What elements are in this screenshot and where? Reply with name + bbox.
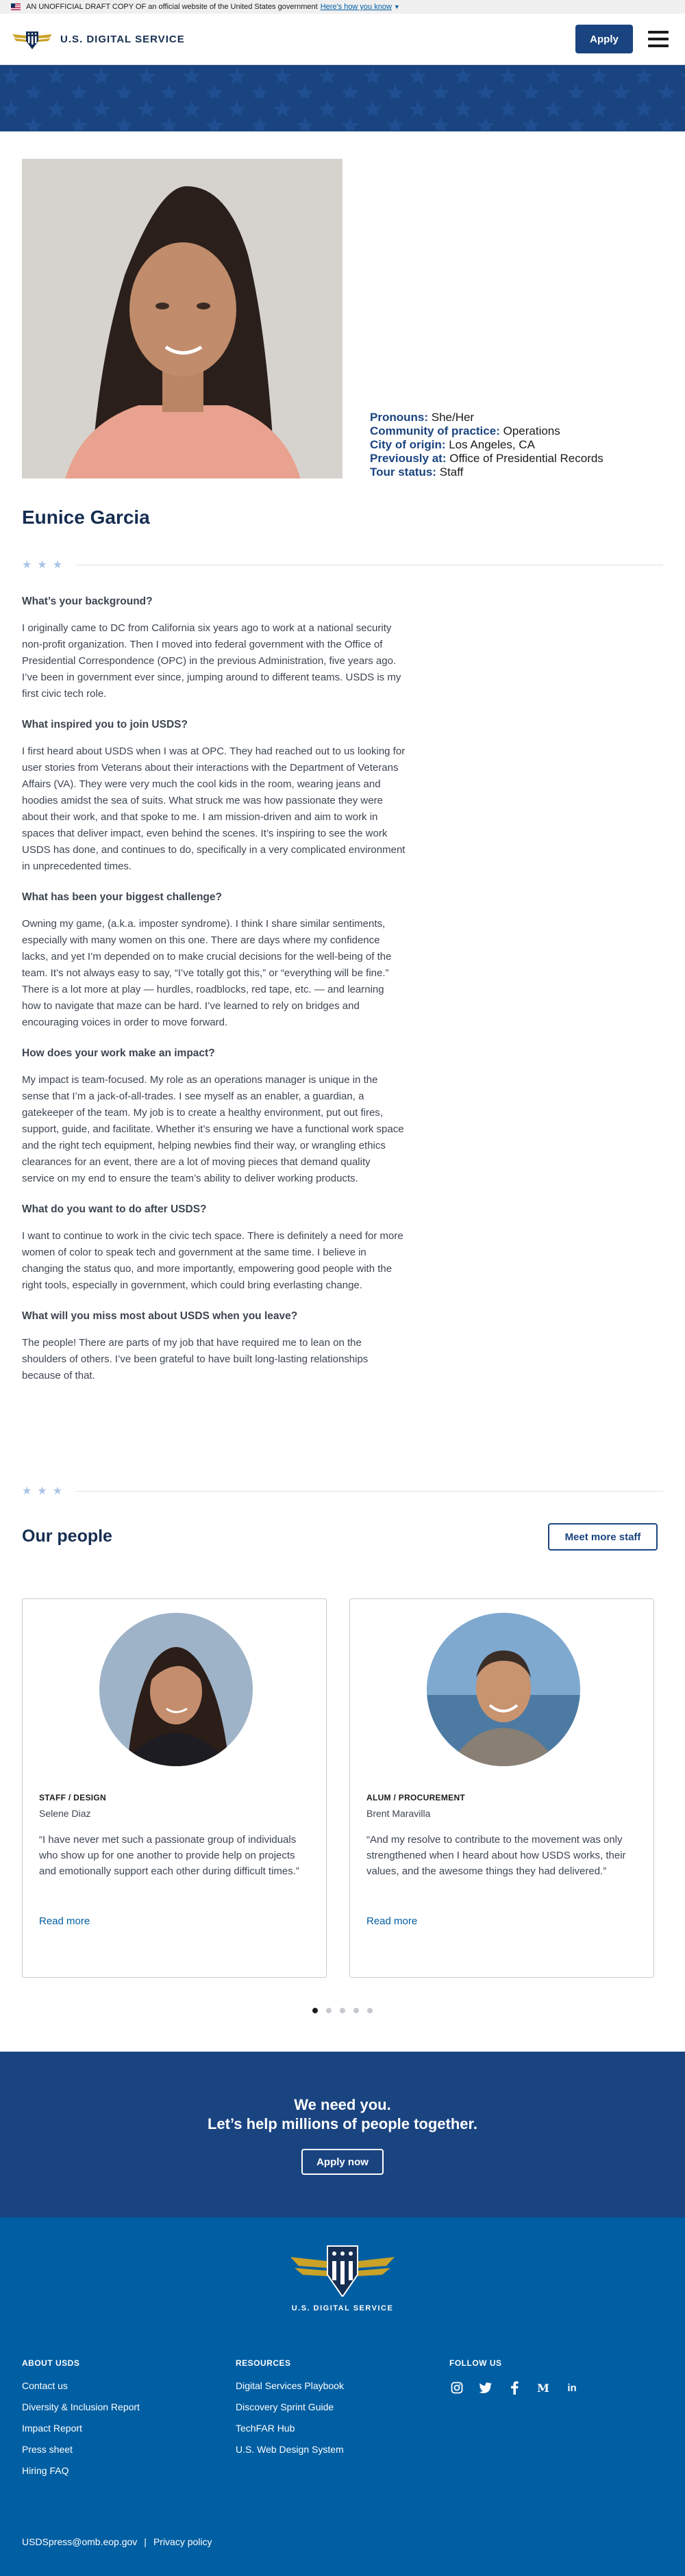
fact-pronouns: Pronouns: She/Her: [370, 411, 475, 424]
fact-community: Community of practice: Operations: [370, 424, 560, 437]
social-links: M in: [449, 2380, 593, 2395]
avatar: [427, 1613, 580, 1766]
stars-icon: ★★★: [22, 1485, 68, 1497]
footer-link[interactable]: TechFAR Hub: [236, 2423, 344, 2434]
usds-logo[interactable]: U.S. DIGITAL SERVICE: [11, 29, 185, 49]
our-people-title: Our people: [22, 1527, 112, 1546]
star-divider: ★★★: [22, 1484, 663, 1498]
question: What has been your biggest challenge?: [22, 891, 222, 903]
question: What do you want to do after USDS?: [22, 1203, 207, 1215]
instagram-icon[interactable]: [449, 2380, 464, 2395]
card-name: Selene Diaz: [39, 1808, 91, 1819]
carousel-dot[interactable]: [367, 2008, 373, 2013]
footer-link[interactable]: Press sheet: [22, 2444, 140, 2455]
cta-heading: We need you. Let’s help millions of peop…: [0, 2095, 685, 2134]
footer-link[interactable]: Digital Services Playbook: [236, 2380, 344, 2391]
card-quote: “I have never met such a passionate grou…: [39, 1834, 299, 1877]
meet-more-staff-button[interactable]: Meet more staff: [548, 1523, 658, 1551]
footer-about-heading: ABOUT USDS: [22, 2358, 80, 2368]
footer-resources: RESOURCES Digital Services Playbook Disc…: [236, 2358, 344, 2465]
footer-link[interactable]: Impact Report: [22, 2423, 140, 2434]
cta-line-1: We need you.: [294, 2096, 391, 2113]
answer: My impact is team-focused. My role as an…: [22, 1074, 404, 1184]
footer-follow: FOLLOW US M in: [449, 2358, 593, 2395]
fact-tour-status: Tour status: Staff: [370, 466, 464, 479]
logo-text: U.S. DIGITAL SERVICE: [60, 33, 185, 45]
usds-eagle-logo-icon: [12, 31, 52, 49]
question: What inspired you to join USDS?: [22, 719, 188, 730]
heres-how-you-know-link[interactable]: Here's how you know: [321, 3, 392, 11]
footer-resources-heading: RESOURCES: [236, 2358, 291, 2368]
card-role: STAFF / DESIGN: [39, 1793, 106, 1802]
people-card: ALUM / PROCUREMENT Brent Maravilla “And …: [349, 1598, 654, 1978]
profile-name: Eunice Garcia: [22, 507, 150, 528]
question: What’s your background?: [22, 596, 153, 607]
apply-now-button[interactable]: Apply now: [301, 2149, 384, 2175]
cta-section: We need you. Let’s help millions of peop…: [0, 2052, 685, 2217]
hero-star-band: [0, 65, 685, 131]
linkedin-icon[interactable]: in: [564, 2380, 580, 2395]
medium-icon[interactable]: M: [536, 2380, 551, 2395]
footer-logo-text: U.S. DIGITAL SERVICE: [291, 2304, 394, 2312]
footer-link[interactable]: U.S. Web Design System: [236, 2444, 344, 2455]
fact-previously: Previously at: Office of Presidential Re…: [370, 452, 603, 465]
footer-bottom: USDSpress@omb.eop.gov | Privacy policy: [22, 2536, 212, 2547]
answer: The people! There are parts of my job th…: [22, 1337, 369, 1381]
chevron-down-icon[interactable]: ▼: [394, 3, 400, 10]
star-pattern: [0, 65, 685, 131]
read-more-link[interactable]: Read more: [39, 1915, 90, 1927]
card-quote: “And my resolve to contribute to the mov…: [366, 1834, 626, 1877]
apply-button[interactable]: Apply: [575, 25, 633, 53]
gov-banner: AN UNOFFICIAL DRAFT COPY OF an official …: [0, 0, 685, 14]
carousel-dot[interactable]: [312, 2008, 318, 2013]
footer-about: ABOUT USDS Contact us Diversity & Inclus…: [22, 2358, 140, 2486]
stars-icon: ★★★: [22, 559, 68, 571]
site-header: U.S. DIGITAL SERVICE Apply: [0, 14, 685, 65]
answer: I first heard about USDS when I was at O…: [22, 745, 406, 872]
answer: Owning my game, (a.k.a. imposter syndrom…: [22, 918, 392, 1028]
profile-facts: Pronouns: She/Her Community of practice:…: [370, 411, 603, 479]
footer-follow-heading: FOLLOW US: [449, 2358, 502, 2368]
gov-banner-text: AN UNOFFICIAL DRAFT COPY OF an official …: [26, 3, 318, 11]
facebook-icon[interactable]: [507, 2380, 522, 2395]
question: How does your work make an impact?: [22, 1047, 215, 1059]
fact-city: City of origin: Los Angeles, CA: [370, 438, 535, 451]
cta-line-2: Let’s help millions of people together.: [207, 2115, 477, 2132]
profile-photo: [22, 159, 342, 479]
footer-link[interactable]: Discovery Sprint Guide: [236, 2401, 344, 2412]
avatar: [99, 1613, 253, 1766]
people-card: STAFF / DESIGN Selene Diaz “I have never…: [22, 1598, 327, 1978]
hamburger-icon[interactable]: [648, 31, 669, 47]
answer: I want to continue to work in the civic …: [22, 1230, 403, 1291]
card-name: Brent Maravilla: [366, 1808, 431, 1819]
footer-logo[interactable]: U.S. DIGITAL SERVICE: [288, 2242, 397, 2312]
twitter-icon[interactable]: [478, 2380, 493, 2395]
carousel-dots: [0, 2008, 685, 2013]
footer-link[interactable]: Diversity & Inclusion Report: [22, 2401, 140, 2412]
press-email-link[interactable]: USDSpress@omb.eop.gov: [22, 2536, 137, 2547]
read-more-link[interactable]: Read more: [366, 1915, 417, 1927]
footer-link[interactable]: Hiring FAQ: [22, 2465, 140, 2476]
privacy-policy-link[interactable]: Privacy policy: [153, 2536, 212, 2547]
question: What will you miss most about USDS when …: [22, 1310, 298, 1322]
carousel-dot[interactable]: [326, 2008, 332, 2013]
carousel-dot[interactable]: [340, 2008, 345, 2013]
us-flag-icon: [11, 3, 21, 10]
qa-section: What’s your background? I originally cam…: [22, 596, 406, 1401]
footer-separator: |: [144, 2536, 147, 2547]
answer: I originally came to DC from California …: [22, 622, 401, 700]
site-footer: U.S. DIGITAL SERVICE ABOUT USDS Contact …: [0, 2217, 685, 2576]
star-divider: ★★★: [22, 558, 663, 572]
card-role: ALUM / PROCUREMENT: [366, 1793, 466, 1802]
carousel-dot[interactable]: [353, 2008, 359, 2013]
usds-eagle-logo-icon: [290, 2245, 395, 2298]
footer-link[interactable]: Contact us: [22, 2380, 140, 2391]
